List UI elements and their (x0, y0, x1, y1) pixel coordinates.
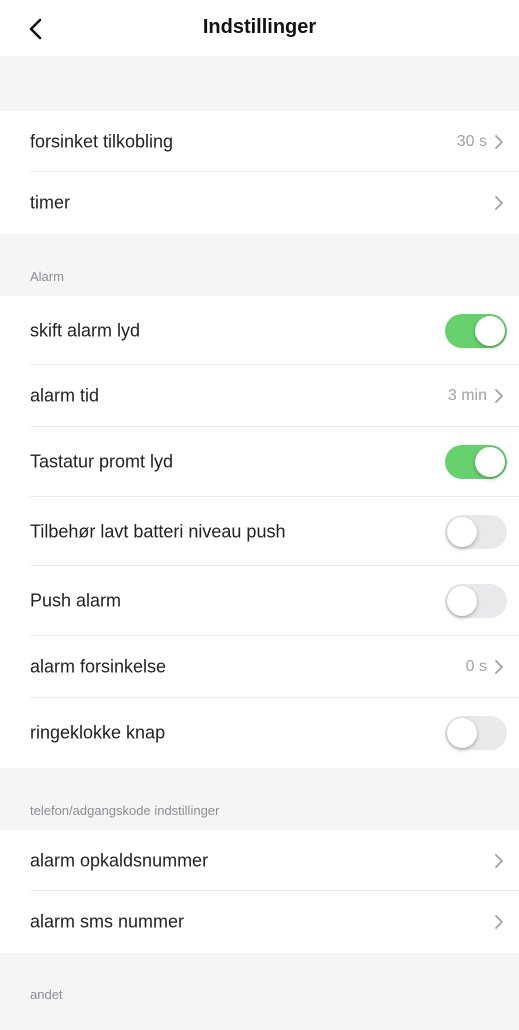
row-timer[interactable]: timer (0, 172, 519, 234)
push-alarm-toggle[interactable] (445, 584, 507, 618)
row-value: 3 min (447, 387, 487, 404)
row-label: timer (30, 192, 70, 213)
chevron-right-icon (495, 660, 503, 674)
section-spacer-top (0, 56, 519, 111)
page-title: Indstillinger (202, 16, 317, 38)
row-doorbell-button: ringeklokke knap (0, 698, 519, 768)
section-caption: Alarm (30, 269, 64, 284)
row-label: forsinket tilkobling (30, 131, 174, 151)
row-label: alarm forsinkelse (30, 656, 167, 677)
row-label: alarm tid (30, 385, 100, 406)
row-label: ringeklokke knap (30, 722, 166, 743)
row-label: skift alarm lyd (30, 320, 141, 340)
row-keypad-sound: Tastatur promt lyd (0, 427, 519, 497)
row-connection-delay[interactable]: forsinket tilkobling 30 s (0, 111, 519, 172)
row-label: Tilbehør lavt batteri niveau push (30, 521, 286, 541)
section-header-other: andet (0, 953, 519, 1030)
settings-page: Indstillinger forsinket tilkobling 30 s … (0, 0, 519, 1030)
nav-header: Indstillinger (0, 0, 519, 56)
row-label: alarm opkaldsnummer (30, 850, 209, 870)
section-header-alarm: Alarm (0, 234, 519, 296)
low-battery-push-toggle[interactable] (445, 514, 507, 549)
row-value: 30 s (456, 132, 487, 150)
alarm-sound-toggle[interactable] (445, 313, 507, 348)
section-header-phone: telefon/adgangskode indstillinger (0, 768, 519, 830)
row-alarm-time[interactable]: alarm tid 3 min (0, 365, 519, 427)
row-alarm-call-number[interactable]: alarm opkaldsnummer (0, 830, 519, 891)
row-label: alarm sms nummer (30, 911, 185, 932)
section-caption: telefon/adgangskode indstillinger (30, 803, 220, 818)
row-value: 0 s (465, 658, 487, 675)
doorbell-button-toggle[interactable] (445, 716, 507, 750)
row-change-alarm-sound: skift alarm lyd (0, 296, 519, 365)
chevron-right-icon (495, 853, 503, 868)
chevron-right-icon (495, 196, 503, 210)
row-alarm-sms-number[interactable]: alarm sms nummer (0, 891, 519, 953)
keypad-sound-toggle[interactable] (445, 445, 507, 479)
section-caption: andet (30, 987, 63, 1002)
row-label: Push alarm (30, 590, 122, 611)
row-alarm-delay[interactable]: alarm forsinkelse 0 s (0, 636, 519, 698)
chevron-right-icon (495, 134, 503, 149)
chevron-right-icon (495, 915, 503, 929)
chevron-right-icon (495, 389, 503, 403)
row-push-alarm: Push alarm (0, 566, 519, 636)
row-low-battery-push: Tilbehør lavt batteri niveau push (0, 497, 519, 566)
row-label: Tastatur promt lyd (30, 451, 174, 472)
